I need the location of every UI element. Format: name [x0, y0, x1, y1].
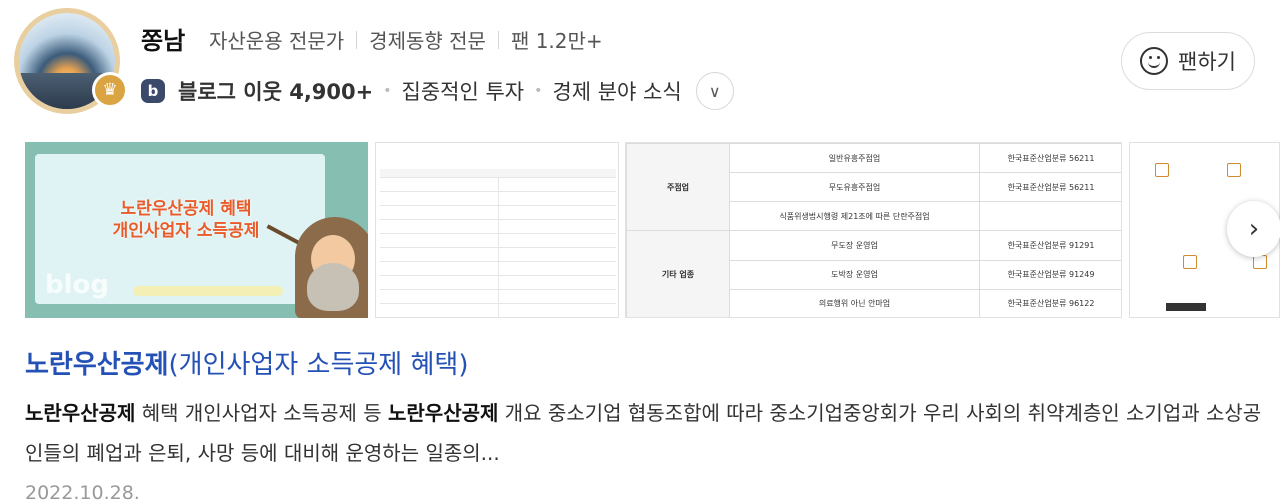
post-title-link[interactable]: 노란우산공제(개인사업자 소득공제 혜택) — [25, 344, 468, 381]
service-card — [1132, 163, 1192, 181]
snippet-text: 혜택 개인사업자 소득공제 등 — [135, 401, 388, 425]
cover-title-line1: 노란우산공제 혜택 — [120, 199, 252, 219]
mini-table — [380, 169, 616, 317]
document-icon — [1253, 255, 1267, 269]
profile-tags: 자산운용 전문가 경제동향 전문 팬 1.2만+ — [209, 25, 603, 54]
tag-economy-trends: 경제동향 전문 — [369, 29, 486, 53]
separator-dot: • — [383, 83, 392, 99]
service-card — [1230, 255, 1279, 273]
table-cell-item: 무도유흥주점업 — [729, 172, 980, 203]
table-cell-category: 기타 업종 — [626, 230, 730, 317]
phone-icon — [1155, 163, 1169, 177]
industry-table: 주점업 일반유흥주점업 한국표준산업분류 56211 무도유흥주점업 한국표준산… — [626, 143, 1121, 317]
blog-neighbors: 블로그 이웃 4,900+ — [178, 80, 374, 104]
fan-button-label: 팬하기 — [1178, 50, 1236, 74]
blog-icon: b — [141, 79, 165, 103]
thumbnail-sales-table[interactable] — [375, 142, 619, 318]
separator-dot: • — [534, 83, 543, 99]
table-cell-item: 식품위생법시행령 제21조에 따른 단란주점업 — [729, 201, 980, 232]
blog-watermark: blog — [45, 270, 109, 300]
post-title-keyword: 노란우산공제 — [25, 350, 169, 380]
table-row: 기타 업종 무도장 운영업 한국표준산업분류 91291 — [626, 230, 1121, 317]
chevron-down-icon[interactable]: ∨ — [695, 72, 734, 110]
service-card — [1204, 163, 1264, 181]
table-cell-item: 무도장 운영업 — [729, 230, 980, 261]
chevron-right-icon[interactable]: › — [1227, 201, 1280, 257]
table-cell-item: 의료행위 아닌 안마업 — [729, 288, 980, 317]
snippet-keyword: 노란우산공제 — [388, 401, 499, 425]
table-cell-code: 한국표준산업분류 96122 — [979, 288, 1121, 317]
fan-count: 팬 1.2만+ — [510, 29, 603, 53]
table-cell-code: 한국표준산업분류 91291 — [979, 230, 1121, 261]
snippet-keyword: 노란우산공제 — [25, 401, 136, 425]
post-date: 2022.10.28. — [25, 482, 140, 504]
table-cell-item: 일반유흥주점업 — [729, 143, 980, 174]
table-cell-code — [979, 201, 1121, 232]
building-icon — [1227, 163, 1241, 177]
service-card — [1160, 255, 1220, 273]
beard — [307, 263, 359, 311]
table-cell-code: 한국표준산업분류 91249 — [979, 259, 1121, 290]
image-gallery: 노란우산공제 혜택 개인사업자 소득공제 blog 주점업 일반유흥주점업 한국… — [25, 142, 1280, 318]
topic-economy-news: 경제 분야 소식 — [552, 80, 682, 104]
table-cell-category: 주점업 — [626, 143, 730, 232]
topic-focused-investment: 집중적인 투자 — [401, 80, 525, 104]
tag-asset-management: 자산운용 전문가 — [209, 29, 345, 53]
mini-button — [1166, 303, 1206, 311]
crown-icon: ♛ — [92, 72, 128, 108]
divider — [356, 30, 358, 49]
cover-title-line2: 개인사업자 소득공제 — [112, 221, 260, 241]
thumbnail-industry-table[interactable]: 주점업 일반유흥주점업 한국표준산업분류 56211 무도유흥주점업 한국표준산… — [625, 142, 1122, 318]
table-cell-item: 도박장 운영업 — [729, 259, 980, 290]
table-row: 주점업 일반유흥주점업 한국표준산업분류 56211 — [626, 143, 1121, 232]
fan-button[interactable]: 팬하기 — [1121, 32, 1255, 90]
post-snippet[interactable]: 노란우산공제 혜택 개인사업자 소득공제 등 노란우산공제 개요 중소기업 협동… — [25, 393, 1275, 473]
post-title-rest: (개인사업자 소득공제 혜택) — [168, 350, 469, 380]
profile-stats: b 블로그 이웃 4,900+ • 집중적인 투자 • 경제 분야 소식 ∨ — [141, 72, 734, 110]
table-cell-code: 한국표준산업분류 56211 — [979, 172, 1121, 203]
highlight-strip — [133, 286, 283, 296]
cover-title: 노란우산공제 혜택 개인사업자 소득공제 — [81, 198, 291, 242]
professor-illustration — [295, 217, 368, 318]
monitor-icon — [1183, 255, 1197, 269]
smile-icon — [1140, 47, 1169, 75]
table-cell-code: 한국표준산업분류 56211 — [979, 143, 1121, 174]
divider — [497, 30, 499, 49]
profile-name[interactable]: 쫑남 — [141, 21, 185, 56]
thumbnail-cover[interactable]: 노란우산공제 혜택 개인사업자 소득공제 blog — [25, 142, 368, 318]
